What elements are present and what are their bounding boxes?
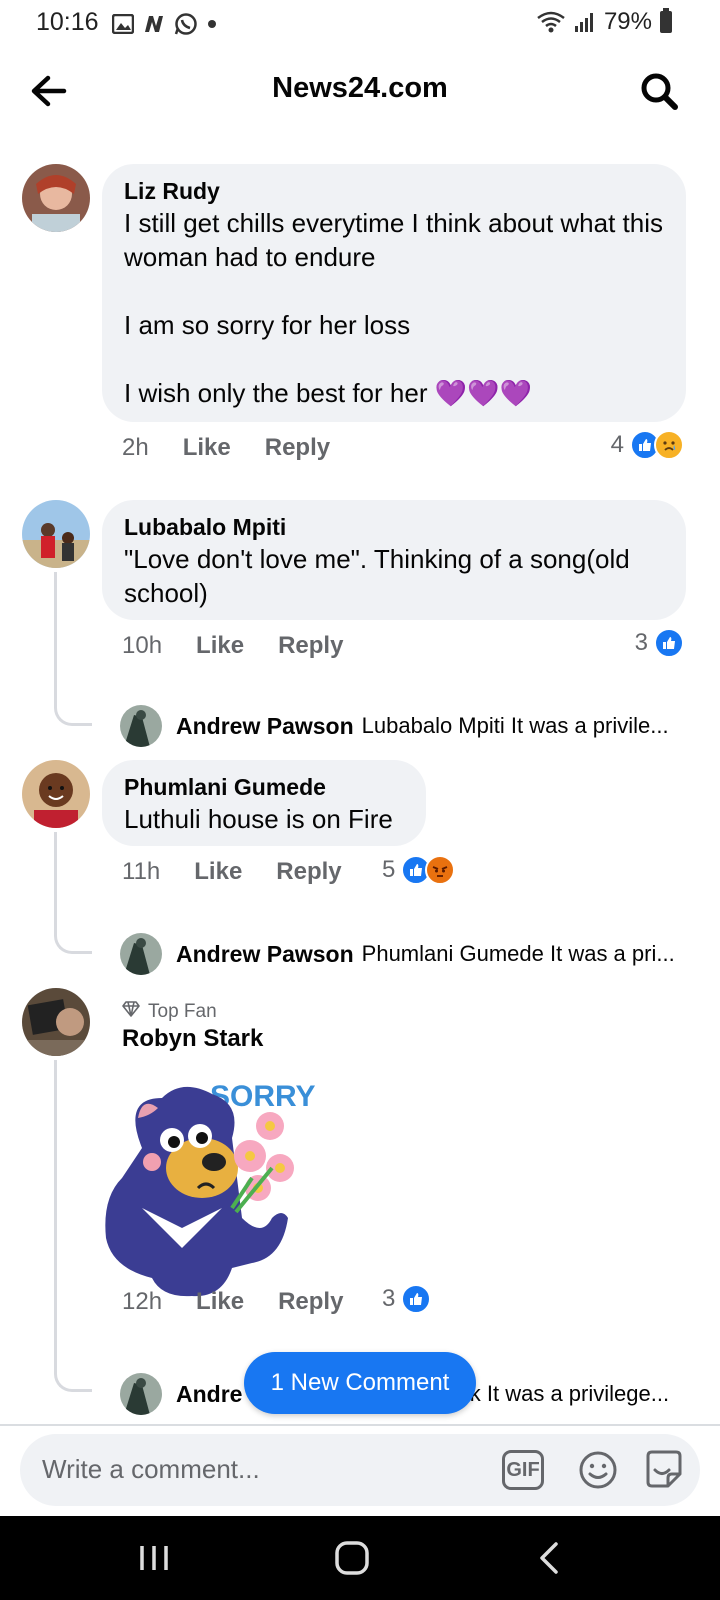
comment-text: "Love don't love me". Thinking of a song… xyxy=(124,544,637,608)
reaction-count: 3 xyxy=(634,629,648,656)
news-app-icon xyxy=(145,16,163,32)
top-fan-badge: Top Fan xyxy=(122,1001,217,1023)
like-button[interactable]: Like xyxy=(194,858,242,886)
comment-text: I still get chills everytime I think abo… xyxy=(124,208,664,408)
thread-line xyxy=(54,1060,92,1392)
reply-button[interactable]: Reply xyxy=(278,1288,343,1316)
reaction-summary[interactable]: 3 xyxy=(382,1284,432,1314)
search-button[interactable] xyxy=(638,70,680,112)
recent-apps-button[interactable] xyxy=(134,1538,174,1578)
chevron-left-icon xyxy=(540,1542,558,1574)
smiley-icon xyxy=(579,1451,617,1489)
whatsapp-icon xyxy=(174,13,197,35)
diamond-icon xyxy=(122,1001,140,1023)
comment-input[interactable] xyxy=(42,1454,462,1485)
angry-icon xyxy=(425,855,456,885)
like-button[interactable]: Like xyxy=(196,632,244,660)
reply-text: rk It was a privilege... xyxy=(462,1381,670,1406)
status-bar: 10:16 79% xyxy=(0,0,720,46)
reaction-summary[interactable]: 5 xyxy=(382,855,456,885)
new-comment-button[interactable]: 1 New Comment xyxy=(244,1352,476,1414)
system-nav-bar xyxy=(0,1516,720,1600)
comment-author[interactable]: Liz Rudy xyxy=(124,176,666,206)
like-icon xyxy=(654,628,684,658)
reaction-count: 3 xyxy=(382,1285,396,1312)
reply-author: Andre xyxy=(176,1380,243,1407)
avatar[interactable] xyxy=(22,988,90,1056)
reply-author: Andrew Pawson xyxy=(176,712,354,739)
avatar[interactable] xyxy=(22,760,90,828)
battery-percent: 79% xyxy=(603,8,652,35)
status-time: 10:16 xyxy=(36,8,99,36)
dot-icon xyxy=(208,20,216,28)
reply-avatar xyxy=(120,933,162,975)
recent-apps-icon xyxy=(140,1546,168,1570)
avatar[interactable] xyxy=(22,164,90,232)
search-icon xyxy=(641,73,678,110)
home-icon xyxy=(335,1541,369,1575)
reply-author: Andrew Pawson xyxy=(176,940,354,967)
reply-button[interactable]: Reply xyxy=(278,632,343,660)
thread-line xyxy=(54,572,92,726)
emoji-button[interactable] xyxy=(576,1448,620,1492)
comment-time: 12h xyxy=(122,1288,163,1315)
comment-bubble[interactable]: Phumlani Gumede Luthuli house is on Fire xyxy=(102,760,426,846)
comment-text: Luthuli house is on Fire xyxy=(124,804,393,834)
like-button[interactable]: Like xyxy=(183,434,231,462)
comment-bubble[interactable]: Lubabalo Mpiti "Love don't love me". Thi… xyxy=(102,500,686,620)
like-button[interactable]: Like xyxy=(196,1288,244,1316)
reaction-count: 4 xyxy=(610,431,624,458)
battery-icon xyxy=(660,8,672,33)
sticker-icon xyxy=(646,1450,682,1488)
signal-icon xyxy=(574,13,593,32)
notification-icons xyxy=(112,12,218,36)
reply-text: Lubabalo Mpiti It was a privile... xyxy=(361,713,669,738)
header: News24.com xyxy=(0,56,720,126)
reply-button[interactable]: Reply xyxy=(276,858,341,886)
comment-bubble[interactable]: Liz Rudy I still get chills everytime I … xyxy=(102,164,686,422)
gallery-icon xyxy=(112,14,134,34)
reaction-count: 5 xyxy=(382,856,396,883)
thread-line xyxy=(54,832,92,954)
back-nav-button[interactable] xyxy=(530,1538,570,1578)
sticker-button[interactable] xyxy=(642,1448,686,1492)
reply-preview[interactable]: Andrew Pawson Lubabalo Mpiti It was a pr… xyxy=(120,704,690,748)
comment-actions: 11h Like Reply xyxy=(122,858,376,886)
like-icon xyxy=(401,1284,432,1314)
divider xyxy=(0,1424,720,1426)
status-right: 79% xyxy=(536,8,672,36)
sorry-sticker[interactable]: SORRY xyxy=(102,1068,322,1300)
avatar[interactable] xyxy=(22,500,90,568)
reply-preview[interactable]: Andrew Pawson Phumlani Gumede It was a p… xyxy=(120,932,690,976)
badge-label: Top Fan xyxy=(148,1001,217,1022)
comment-actions: 2h Like Reply xyxy=(122,434,364,462)
comment-author[interactable]: Robyn Stark xyxy=(122,1024,263,1054)
wifi-icon xyxy=(537,11,565,33)
home-button[interactable] xyxy=(332,1538,372,1578)
sad-icon xyxy=(654,430,684,460)
comment-time: 10h xyxy=(122,632,163,659)
reaction-summary[interactable]: 4 xyxy=(611,430,684,460)
reaction-summary[interactable]: 3 xyxy=(635,628,684,658)
comment-time: 2h xyxy=(122,434,149,461)
comment-composer: GIF xyxy=(20,1434,700,1506)
comment-time: 11h xyxy=(122,858,161,885)
reply-avatar xyxy=(120,1373,162,1415)
gif-button[interactable]: GIF xyxy=(502,1450,544,1490)
comment-actions: 10h Like Reply xyxy=(122,632,377,660)
reply-button[interactable]: Reply xyxy=(265,434,330,462)
page-title: News24.com xyxy=(272,72,448,104)
comment-author[interactable]: Lubabalo Mpiti xyxy=(124,512,666,542)
comment-actions: 12h Like Reply xyxy=(122,1288,377,1316)
reply-avatar xyxy=(120,705,162,747)
comment-author[interactable]: Phumlani Gumede xyxy=(124,772,406,802)
reply-text: Phumlani Gumede It was a pri... xyxy=(361,941,675,966)
